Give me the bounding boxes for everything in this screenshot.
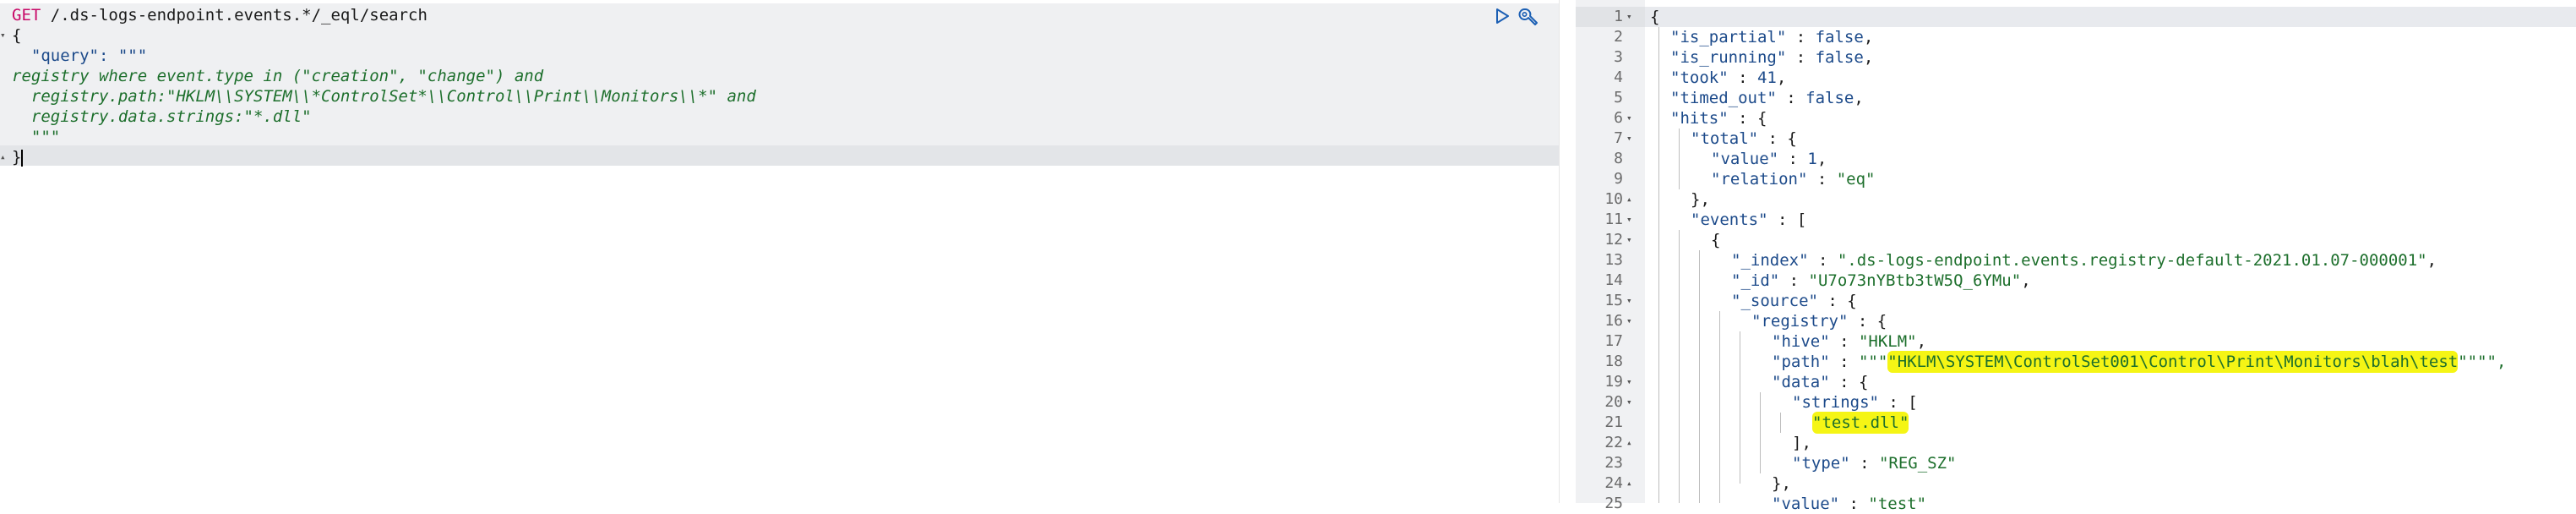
fold-toggle-icon[interactable]: ▾ bbox=[1626, 392, 1640, 413]
highlighted-dll-string: "test.dll" bbox=[1812, 412, 1909, 434]
line-number: 8 bbox=[1614, 150, 1623, 167]
line-number: 14 bbox=[1604, 271, 1623, 289]
code-line-eql-1: registry where event.type in ("creation"… bbox=[12, 67, 544, 85]
response-active-line bbox=[1645, 7, 2576, 27]
json-line-highlighted-dll: "test.dll" bbox=[1812, 412, 1909, 434]
fold-toggle-icon[interactable]: ▴ bbox=[1626, 433, 1640, 453]
json-line-partial: "value" : "test" bbox=[1772, 495, 1927, 513]
json-line: "strings" : [ bbox=[1792, 393, 1918, 412]
json-line: { bbox=[1711, 231, 1721, 249]
line-number: 13 bbox=[1604, 251, 1623, 269]
json-line: "total" : { bbox=[1691, 129, 1797, 148]
line-number: 23 bbox=[1604, 454, 1623, 472]
line-number: 16 bbox=[1604, 312, 1623, 330]
json-line: "is_running" : false, bbox=[1670, 48, 1874, 67]
line-number: 12 bbox=[1604, 231, 1623, 249]
fold-toggle-icon[interactable]: ▾ bbox=[1626, 108, 1640, 128]
json-line: "value" : 1, bbox=[1711, 150, 1827, 168]
line-number: 7 bbox=[1614, 129, 1623, 147]
text-cursor bbox=[21, 149, 24, 167]
code-line-query-key: "query": """ bbox=[12, 46, 148, 65]
line-number: 24 bbox=[1604, 474, 1623, 492]
json-line: "data" : { bbox=[1772, 373, 1869, 391]
active-line-highlight bbox=[0, 145, 1559, 166]
highlighted-registry-path: "HKLM\SYSTEM\ControlSet001\Control\Print… bbox=[1887, 351, 2459, 373]
json-line: }, bbox=[1691, 190, 1710, 209]
line-number: 17 bbox=[1604, 332, 1623, 350]
fold-toggle-icon[interactable]: ▾ bbox=[1626, 311, 1640, 331]
json-line: "timed_out" : false, bbox=[1670, 89, 1864, 107]
play-icon[interactable] bbox=[1494, 7, 1511, 25]
fold-toggle-icon[interactable]: ▴ bbox=[1626, 473, 1640, 494]
json-line: "hive" : "HKLM", bbox=[1772, 332, 1927, 351]
line-number: 19 bbox=[1604, 373, 1623, 391]
indent-guide bbox=[1760, 392, 1761, 473]
fold-toggle-icon[interactable]: ▾ bbox=[1626, 291, 1640, 311]
fold-toggle-icon[interactable]: ▾ bbox=[0, 25, 6, 46]
line-number: 10 bbox=[1604, 190, 1623, 208]
json-line: "_source" : { bbox=[1731, 292, 1857, 310]
json-line: "relation" : "eq" bbox=[1711, 170, 1876, 189]
code-line-eql-3: registry.data.strings:"*.dll" bbox=[12, 107, 312, 126]
indent-guide bbox=[1679, 230, 1680, 503]
request-line[interactable]: GET /.ds-logs-endpoint.events.*/_eql/sea… bbox=[12, 5, 428, 25]
line-number: 1 bbox=[1614, 8, 1623, 25]
json-line: ], bbox=[1792, 434, 1811, 452]
code-line-close-query: """ bbox=[12, 128, 61, 146]
line-number: 5 bbox=[1614, 89, 1623, 107]
fold-toggle-icon[interactable]: ▴ bbox=[0, 147, 6, 167]
code-line-eql-2: registry.path:"HKLM\\SYSTEM\\*ControlSet… bbox=[12, 87, 756, 106]
json-line: "type" : "REG_SZ" bbox=[1792, 454, 1957, 473]
fold-toggle-icon[interactable]: ▾ bbox=[1626, 372, 1640, 392]
line-number: 22 bbox=[1604, 434, 1623, 451]
indent-guide bbox=[1699, 250, 1700, 503]
line-number: 25 bbox=[1604, 495, 1623, 512]
indent-guide bbox=[1780, 413, 1781, 433]
wrench-icon[interactable] bbox=[1517, 7, 1539, 27]
json-line-highlighted-path: "path" : """"HKLM\SYSTEM\ControlSet001\C… bbox=[1772, 351, 2507, 373]
line-number: 21 bbox=[1604, 413, 1623, 431]
json-line: "registry" : { bbox=[1751, 312, 1887, 331]
line-number: 2 bbox=[1614, 28, 1623, 46]
closing-brace: } bbox=[12, 148, 22, 167]
line-number: 9 bbox=[1614, 170, 1623, 188]
json-line: "events" : [ bbox=[1691, 211, 1807, 229]
line-number: 6 bbox=[1614, 109, 1623, 127]
indent-guide bbox=[1679, 128, 1680, 189]
request-path: /.ds-logs-endpoint.events.*/_eql/search bbox=[41, 6, 428, 25]
line-number: 15 bbox=[1604, 292, 1623, 309]
http-method: GET bbox=[12, 6, 41, 25]
json-line: "_index" : ".ds-logs-endpoint.events.reg… bbox=[1731, 251, 2437, 270]
json-line: "is_partial" : false, bbox=[1670, 28, 1874, 46]
line-number: 11 bbox=[1604, 211, 1623, 228]
code-line-close: } bbox=[12, 147, 24, 167]
fold-toggle-icon[interactable]: ▾ bbox=[1626, 210, 1640, 230]
fold-toggle-icon[interactable]: ▾ bbox=[1626, 128, 1640, 149]
fold-toggle-icon[interactable]: ▾ bbox=[1626, 230, 1640, 250]
indent-guide bbox=[1719, 311, 1720, 503]
json-line: "hits" : { bbox=[1670, 109, 1767, 128]
indent-guide bbox=[1658, 27, 1659, 503]
json-line: { bbox=[1650, 8, 1660, 26]
json-line: "_id" : "U7o73nYBtb3tW5Q_6YMu", bbox=[1731, 271, 2031, 290]
panel-resizer[interactable] bbox=[1559, 0, 1577, 503]
line-number: 20 bbox=[1604, 393, 1623, 411]
fold-toggle-icon[interactable]: ▾ bbox=[1626, 7, 1640, 27]
json-line: }, bbox=[1772, 474, 1791, 493]
line-number: 3 bbox=[1614, 48, 1623, 66]
line-number: 18 bbox=[1604, 353, 1623, 370]
fold-toggle-icon[interactable]: ▴ bbox=[1626, 189, 1640, 210]
json-line: "took" : 41, bbox=[1670, 68, 1787, 87]
code-line-open: { bbox=[12, 26, 22, 45]
line-number: 4 bbox=[1614, 68, 1623, 86]
